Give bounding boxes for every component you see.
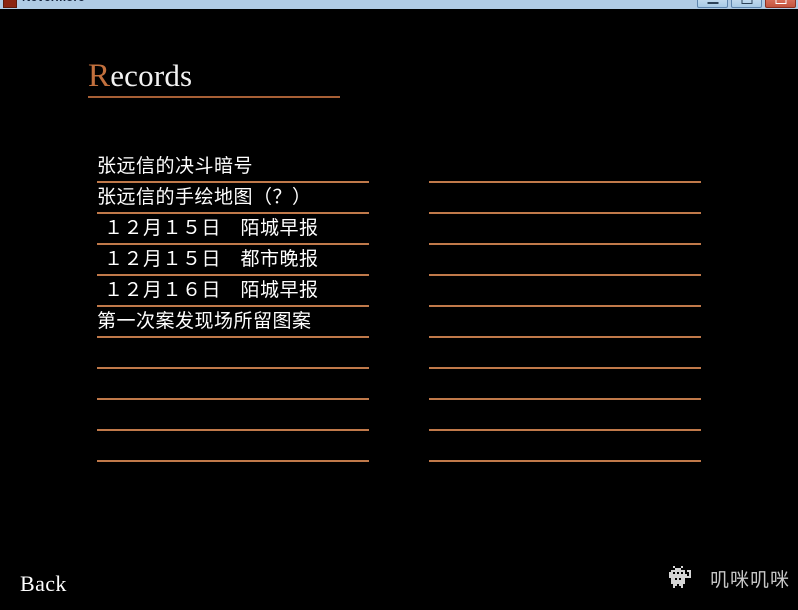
record-row-empty <box>429 276 701 307</box>
record-label: 第一次案发现场所留图案 <box>97 310 312 332</box>
record-row[interactable]: 张远信的手绘地图（？） <box>97 183 369 214</box>
record-row-empty <box>429 183 701 214</box>
maximize-button[interactable] <box>731 0 762 8</box>
record-row-empty <box>429 369 701 400</box>
records-column-right <box>429 152 701 462</box>
watermark-text: 叽咪叽咪 <box>709 569 790 591</box>
page-title-rest: ecords <box>110 58 193 93</box>
record-row-empty <box>97 369 369 400</box>
record-row[interactable]: １２月１５日 陌城早报 <box>97 214 369 245</box>
record-row-empty <box>429 245 701 276</box>
record-row[interactable]: １２月１５日 都市晚报 <box>97 245 369 276</box>
record-row-empty <box>429 400 701 431</box>
page-title-text: Records <box>88 58 340 94</box>
page-title-drop-cap: R <box>88 58 111 94</box>
record-row-empty <box>97 338 369 369</box>
record-row-empty <box>429 152 701 183</box>
back-button[interactable]: Back <box>20 571 67 597</box>
record-row-empty <box>429 214 701 245</box>
page-title-underline <box>88 96 340 98</box>
close-button[interactable] <box>765 0 796 8</box>
game-screen: Nevermore Records 张远信的决斗暗号 张远信的手绘地图（？） １… <box>0 0 798 610</box>
page-title: Records <box>88 58 340 98</box>
maximize-icon <box>741 0 752 4</box>
record-label: １２月１５日 陌城早报 <box>104 217 319 239</box>
pixel-invader-icon <box>668 566 703 594</box>
record-row[interactable]: 张远信的决斗暗号 <box>97 152 369 183</box>
app-icon <box>3 0 17 8</box>
record-label: 张远信的手绘地图（？） <box>97 186 312 208</box>
record-label: １２月１６日 陌城早报 <box>104 279 319 301</box>
record-row-empty <box>97 400 369 431</box>
record-row[interactable]: 第一次案发现场所留图案 <box>97 307 369 338</box>
site-watermark: 叽咪叽咪 <box>668 566 790 594</box>
record-row-empty <box>97 431 369 462</box>
record-row-empty <box>429 338 701 369</box>
record-label: 张远信的决斗暗号 <box>97 155 254 177</box>
record-row[interactable]: １２月１６日 陌城早报 <box>97 276 369 307</box>
record-label: １２月１５日 都市晚报 <box>104 248 319 270</box>
minimize-button[interactable] <box>697 0 728 8</box>
records-column-left: 张远信的决斗暗号 张远信的手绘地图（？） １２月１５日 陌城早报 １２月１５日 … <box>97 152 369 462</box>
record-row-empty <box>429 431 701 462</box>
window-title: Nevermore <box>22 0 85 4</box>
close-icon <box>775 0 786 4</box>
window-controls <box>697 0 796 8</box>
minimize-icon <box>707 1 718 4</box>
record-row-empty <box>429 307 701 338</box>
window-titlebar: Nevermore <box>0 0 798 9</box>
